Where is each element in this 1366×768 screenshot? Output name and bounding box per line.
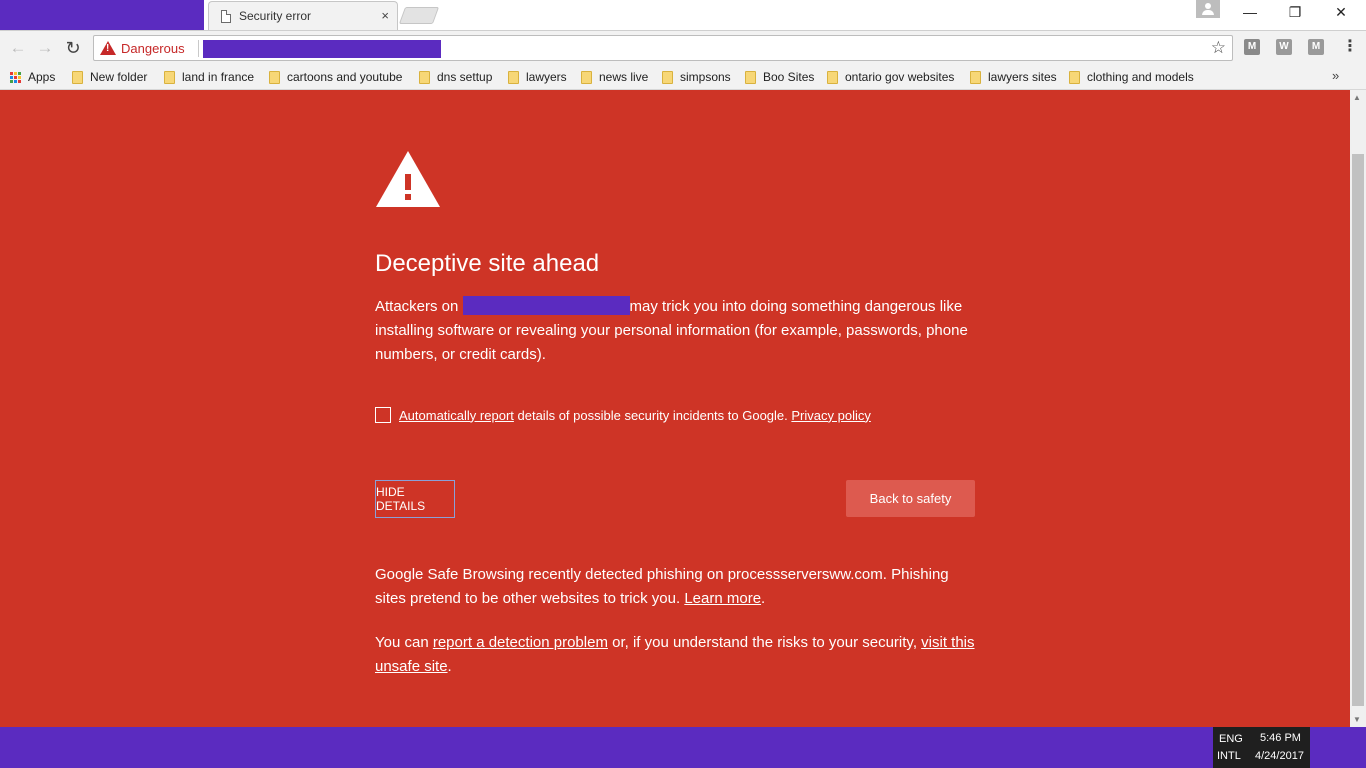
clock-time[interactable]: 5:46 PM (1260, 732, 1301, 744)
folder-icon (581, 70, 592, 84)
details-text: Google Safe Browsing recently detected p… (375, 563, 975, 611)
bookmarks-overflow-icon[interactable]: » (1332, 68, 1339, 83)
input-layout[interactable]: INTL (1217, 750, 1241, 762)
back-arrow-icon[interactable]: ← (7, 37, 29, 59)
bookmark-label: cartoons and youtube (287, 70, 403, 84)
report-checkbox[interactable] (375, 407, 391, 423)
address-separator (198, 40, 199, 57)
bookmark-folder[interactable]: news live (581, 68, 648, 86)
taskbar (0, 727, 1366, 768)
redacted-site-name (462, 296, 630, 315)
details-punct: . (761, 590, 766, 607)
bookmark-folder[interactable]: Boo Sites (745, 68, 814, 86)
bookmark-label: Boo Sites (763, 70, 815, 84)
details-punct: . (447, 658, 452, 675)
bookmark-label: lawyers (526, 70, 567, 84)
browser-toolbar: ← → ↻ Dangerous ☆ M W M ⋮ (0, 30, 1366, 64)
document-icon (221, 10, 231, 23)
interstitial-page: Deceptive site ahead Attackers on may tr… (0, 90, 1350, 727)
folder-icon (745, 70, 756, 84)
bookmark-folder[interactable]: simpsons (662, 68, 731, 86)
folder-icon (419, 70, 430, 84)
scroll-down-icon[interactable]: ▼ (1353, 715, 1361, 724)
bookmark-folder[interactable]: cartoons and youtube (269, 68, 402, 86)
redacted-area (0, 0, 204, 30)
bookmark-apps[interactable]: Apps (10, 68, 55, 86)
hide-details-button[interactable]: HIDE DETAILS (375, 480, 455, 518)
tab-security-error[interactable]: Security error × (208, 1, 398, 30)
forward-arrow-icon[interactable]: → (34, 37, 56, 59)
extension-shield-icon[interactable]: M (1244, 39, 1260, 55)
bookmark-label: simpsons (680, 70, 731, 84)
bookmark-label: dns settup (437, 70, 493, 84)
apps-grid-icon (10, 71, 21, 83)
close-window-button[interactable]: ✕ (1326, 4, 1356, 24)
learn-more-link[interactable]: Learn more (684, 590, 761, 607)
bookmarks-bar: Apps New folder land in france cartoons … (0, 64, 1366, 90)
report-detection-problem-link[interactable]: report a detection problem (433, 634, 608, 651)
bookmark-folder[interactable]: land in france (164, 68, 254, 86)
page-scrollbar[interactable]: ▲ ▼ (1350, 90, 1366, 727)
system-tray[interactable]: ENG INTL 5:46 PM 4/24/2017 (1213, 727, 1310, 768)
extension-w-icon[interactable]: W (1276, 39, 1292, 55)
folder-icon (662, 70, 673, 84)
bookmark-folder[interactable]: New folder (72, 68, 147, 86)
folder-icon (827, 70, 838, 84)
bookmark-label: lawyers sites (988, 70, 1057, 84)
scroll-up-icon[interactable]: ▲ (1353, 93, 1361, 102)
bookmark-label: clothing and models (1087, 70, 1194, 84)
bookmark-label: New folder (90, 70, 148, 84)
folder-icon (164, 70, 175, 84)
input-language[interactable]: ENG (1219, 733, 1243, 745)
details-body: or, if you understand the risks to your … (607, 634, 922, 651)
bookmark-folder[interactable]: ontario gov websites (827, 68, 954, 86)
back-to-safety-button[interactable]: Back to safety (846, 480, 975, 517)
description-text: Attackers on (375, 298, 463, 315)
folder-icon (269, 70, 280, 84)
folder-icon (508, 70, 519, 84)
tab-title: Security error (239, 9, 312, 23)
bookmark-folder[interactable]: lawyers sites (970, 68, 1057, 86)
bookmark-label: news live (599, 70, 649, 84)
redacted-url (203, 40, 441, 58)
warning-description: Attackers on may trick you into doing so… (375, 295, 975, 367)
bookmark-folder[interactable]: lawyers (508, 68, 567, 86)
bookmark-label: land in france (182, 70, 255, 84)
minimize-button[interactable]: — (1235, 4, 1265, 24)
page-title: Deceptive site ahead (375, 250, 600, 277)
details-actions-text: You can report a detection problem or, i… (375, 631, 975, 679)
extension-m-icon[interactable]: M (1308, 39, 1324, 55)
tab-strip: Security error × — ❐ ✕ (0, 0, 1366, 30)
security-status-label[interactable]: Dangerous (121, 41, 185, 56)
bookmark-star-icon[interactable]: ☆ (1211, 38, 1226, 58)
report-option: Automatically report details of possible… (375, 407, 871, 423)
privacy-policy-link[interactable]: Privacy policy (791, 408, 870, 423)
bookmark-label: Apps (28, 70, 56, 84)
reload-icon[interactable]: ↻ (62, 37, 84, 59)
bookmark-label: ontario gov websites (845, 70, 955, 84)
warning-triangle-icon (376, 151, 440, 207)
bookmark-folder[interactable]: clothing and models (1069, 68, 1194, 86)
details-body: Google Safe Browsing recently detected p… (375, 566, 949, 607)
bookmark-folder[interactable]: dns settup (419, 68, 492, 86)
scrollbar-thumb[interactable] (1352, 154, 1364, 706)
address-bar[interactable]: Dangerous ☆ (93, 35, 1233, 61)
clock-date[interactable]: 4/24/2017 (1255, 750, 1304, 762)
folder-icon (970, 70, 981, 84)
warning-triangle-icon (100, 41, 116, 55)
details-body: You can (375, 634, 433, 651)
menu-icon[interactable]: ⋮ (1342, 37, 1358, 59)
new-tab-button[interactable] (398, 7, 440, 24)
folder-icon (1069, 70, 1080, 84)
restore-button[interactable]: ❐ (1280, 4, 1310, 24)
automatic-report-link[interactable]: Automatically report (399, 408, 514, 423)
report-text: details of possible security incidents t… (513, 407, 792, 423)
tab-close-icon[interactable]: × (381, 8, 389, 23)
profile-icon[interactable] (1196, 0, 1220, 18)
folder-icon (72, 70, 83, 84)
